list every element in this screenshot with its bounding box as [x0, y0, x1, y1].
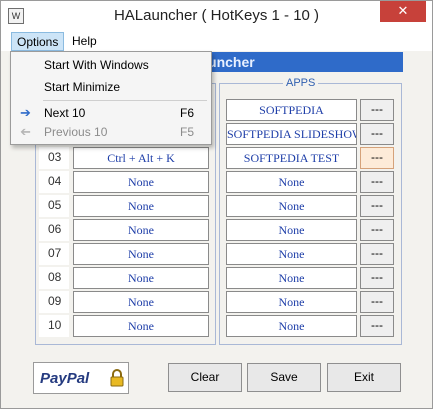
exit-button[interactable]: Exit — [327, 363, 401, 392]
hotkey-field[interactable]: Ctrl + Alt + K — [73, 147, 209, 169]
browse-button[interactable]: --- — [360, 291, 394, 313]
menu-bar: Options Help — [1, 31, 432, 51]
close-button[interactable]: ✕ — [380, 1, 426, 22]
browse-button[interactable]: --- — [360, 123, 394, 145]
browse-button[interactable]: --- — [360, 99, 394, 121]
lock-icon — [110, 369, 124, 387]
main-window: W HALauncher ( HotKeys 1 - 10 ) ✕ Option… — [0, 0, 433, 409]
browse-button[interactable]: --- — [360, 147, 394, 169]
hotkey-field[interactable]: None — [73, 195, 209, 217]
menu-help[interactable]: Help — [67, 32, 102, 51]
hotkey-field[interactable]: None — [73, 171, 209, 193]
hotkey-field[interactable]: None — [73, 267, 209, 289]
hotkey-field[interactable]: None — [73, 315, 209, 337]
browse-button[interactable]: --- — [360, 219, 394, 241]
app-field[interactable]: None — [226, 315, 357, 337]
app-field[interactable]: SOFTPEDIA SLIDESHOW — [226, 123, 357, 145]
hotkey-field[interactable]: None — [73, 219, 209, 241]
row-number: 10 — [39, 315, 69, 337]
clear-button[interactable]: Clear — [168, 363, 242, 392]
menu-item-start-with-windows[interactable]: Start With Windows — [12, 54, 210, 76]
row-number: 06 — [39, 219, 69, 241]
browse-button[interactable]: --- — [360, 195, 394, 217]
window-title: HALauncher ( HotKeys 1 - 10 ) — [113, 7, 320, 24]
browse-button[interactable]: --- — [360, 267, 394, 289]
row-number: 09 — [39, 291, 69, 313]
menu-item-previous-10: ➔ Previous 10 F5 — [12, 121, 210, 143]
app-field[interactable]: None — [226, 291, 357, 313]
left-arrow-icon: ➔ — [20, 124, 31, 139]
row-number: 03 — [39, 147, 69, 169]
menu-item-shortcut: F5 — [179, 125, 194, 139]
app-field[interactable]: None — [226, 219, 357, 241]
menu-item-label: Start Minimize — [44, 80, 121, 94]
row-number: 07 — [39, 243, 69, 265]
app-field[interactable]: SOFTPEDIA TEST — [226, 147, 357, 169]
paypal-logo: PayPal — [40, 370, 90, 387]
menu-separator — [43, 100, 207, 101]
hotkey-field[interactable]: None — [73, 243, 209, 265]
apps-group-label: APPS — [283, 77, 319, 89]
browse-button[interactable]: --- — [360, 171, 394, 193]
app-field[interactable]: None — [226, 171, 357, 193]
paypal-button[interactable]: PayPal — [33, 362, 129, 394]
row-number: 04 — [39, 171, 69, 193]
app-field[interactable]: SOFTPEDIA — [226, 99, 357, 121]
menu-item-label: Previous 10 — [44, 125, 108, 139]
row-number: 05 — [39, 195, 69, 217]
browse-button[interactable]: --- — [360, 315, 394, 337]
app-field[interactable]: None — [226, 243, 357, 265]
browse-button[interactable]: --- — [360, 243, 394, 265]
app-field[interactable]: None — [226, 195, 357, 217]
menu-item-start-minimize[interactable]: Start Minimize — [12, 76, 210, 98]
title-bar: W HALauncher ( HotKeys 1 - 10 ) ✕ — [1, 1, 432, 31]
hotkey-field[interactable]: None — [73, 291, 209, 313]
menu-item-label: Start With Windows — [44, 58, 149, 72]
options-dropdown-menu: Start With Windows Start Minimize ➔ Next… — [10, 51, 212, 145]
save-button[interactable]: Save — [247, 363, 321, 392]
row-number: 08 — [39, 267, 69, 289]
app-field[interactable]: None — [226, 267, 357, 289]
menu-options[interactable]: Options — [11, 32, 65, 51]
